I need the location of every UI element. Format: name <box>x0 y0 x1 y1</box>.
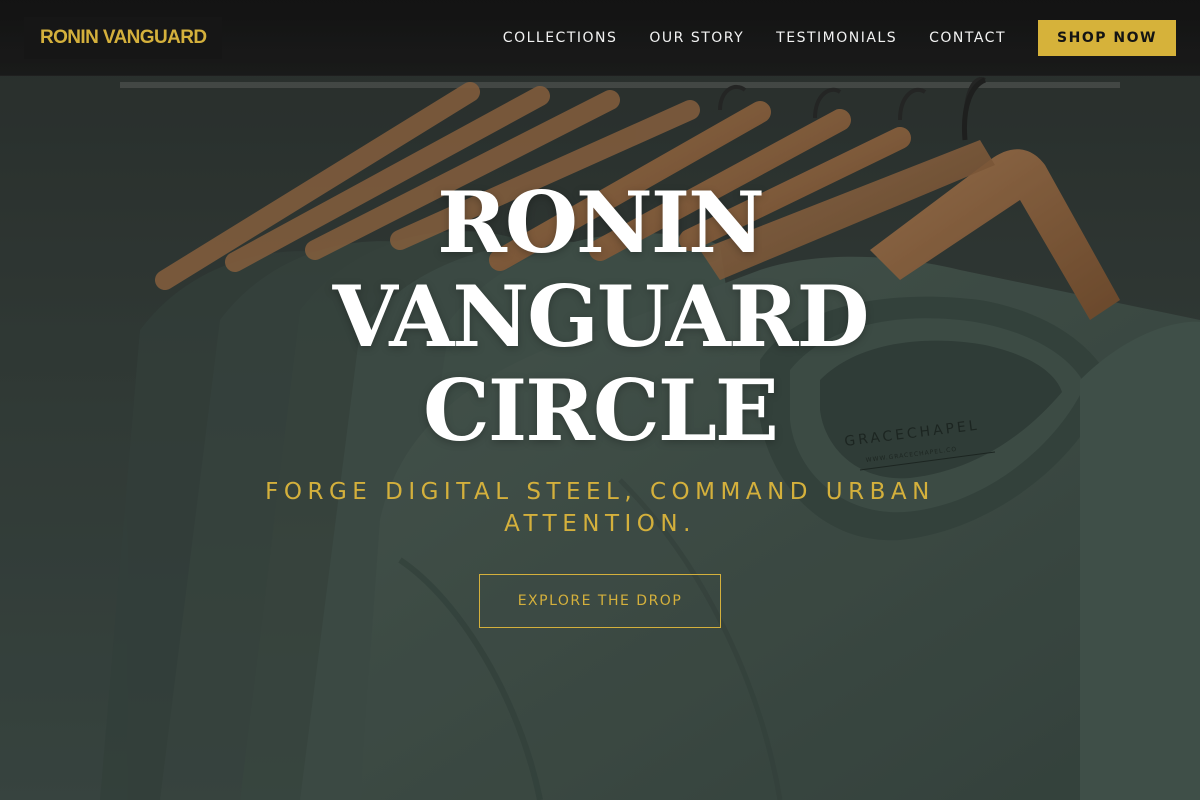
hero-title-line-1: RONIN <box>437 173 765 272</box>
nav-link-collections[interactable]: COLLECTIONS <box>503 30 618 46</box>
explore-the-drop-button[interactable]: EXPLORE THE DROP <box>479 574 721 628</box>
hero-tagline: FORGE DIGITAL STEEL, COMMAND URBAN ATTEN… <box>265 479 935 537</box>
shop-now-button[interactable]: SHOP NOW <box>1038 19 1176 56</box>
site-header: RONIN VANGUARD COLLECTIONS OUR STORY TES… <box>0 0 1200 76</box>
nav-link-testimonials[interactable]: TESTIMONIALS <box>776 30 897 46</box>
hero-title-line-3: CIRCLE <box>423 361 779 460</box>
nav-link-contact[interactable]: CONTACT <box>929 30 1006 46</box>
hero-title: RONIN VANGUARD CIRCLE <box>0 176 1200 458</box>
hero-section: RONIN VANGUARD CIRCLE FORGE DIGITAL STEE… <box>0 176 1200 628</box>
logo[interactable]: RONIN VANGUARD <box>24 16 223 59</box>
hero-title-line-2: VANGUARD <box>332 267 870 366</box>
nav-link-our-story[interactable]: OUR STORY <box>649 30 744 46</box>
main-nav: COLLECTIONS OUR STORY TESTIMONIALS CONTA… <box>503 19 1176 56</box>
